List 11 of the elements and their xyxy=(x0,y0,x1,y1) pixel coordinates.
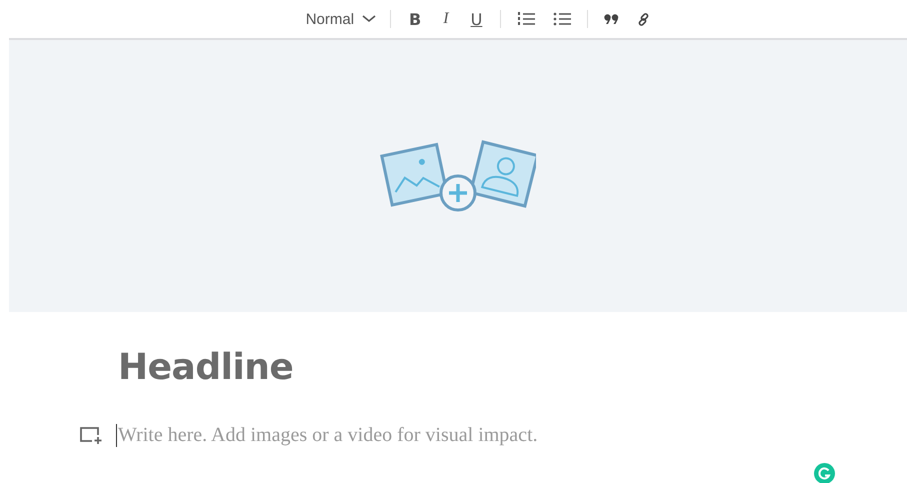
bullet-list-icon[interactable] xyxy=(551,11,574,27)
grammar-checker-icon[interactable] xyxy=(814,463,835,483)
underline-button[interactable]: U xyxy=(466,10,486,28)
italic-button[interactable]: I xyxy=(439,10,453,28)
numbered-list-icon[interactable] xyxy=(515,11,538,27)
add-media-icon[interactable] xyxy=(80,426,102,444)
bold-button[interactable]: B xyxy=(405,10,426,28)
block-style-dropdown[interactable]: Normal xyxy=(306,10,376,28)
chevron-down-icon xyxy=(362,15,376,23)
headline: Headline xyxy=(118,347,294,388)
add-photos-icon xyxy=(380,138,536,214)
